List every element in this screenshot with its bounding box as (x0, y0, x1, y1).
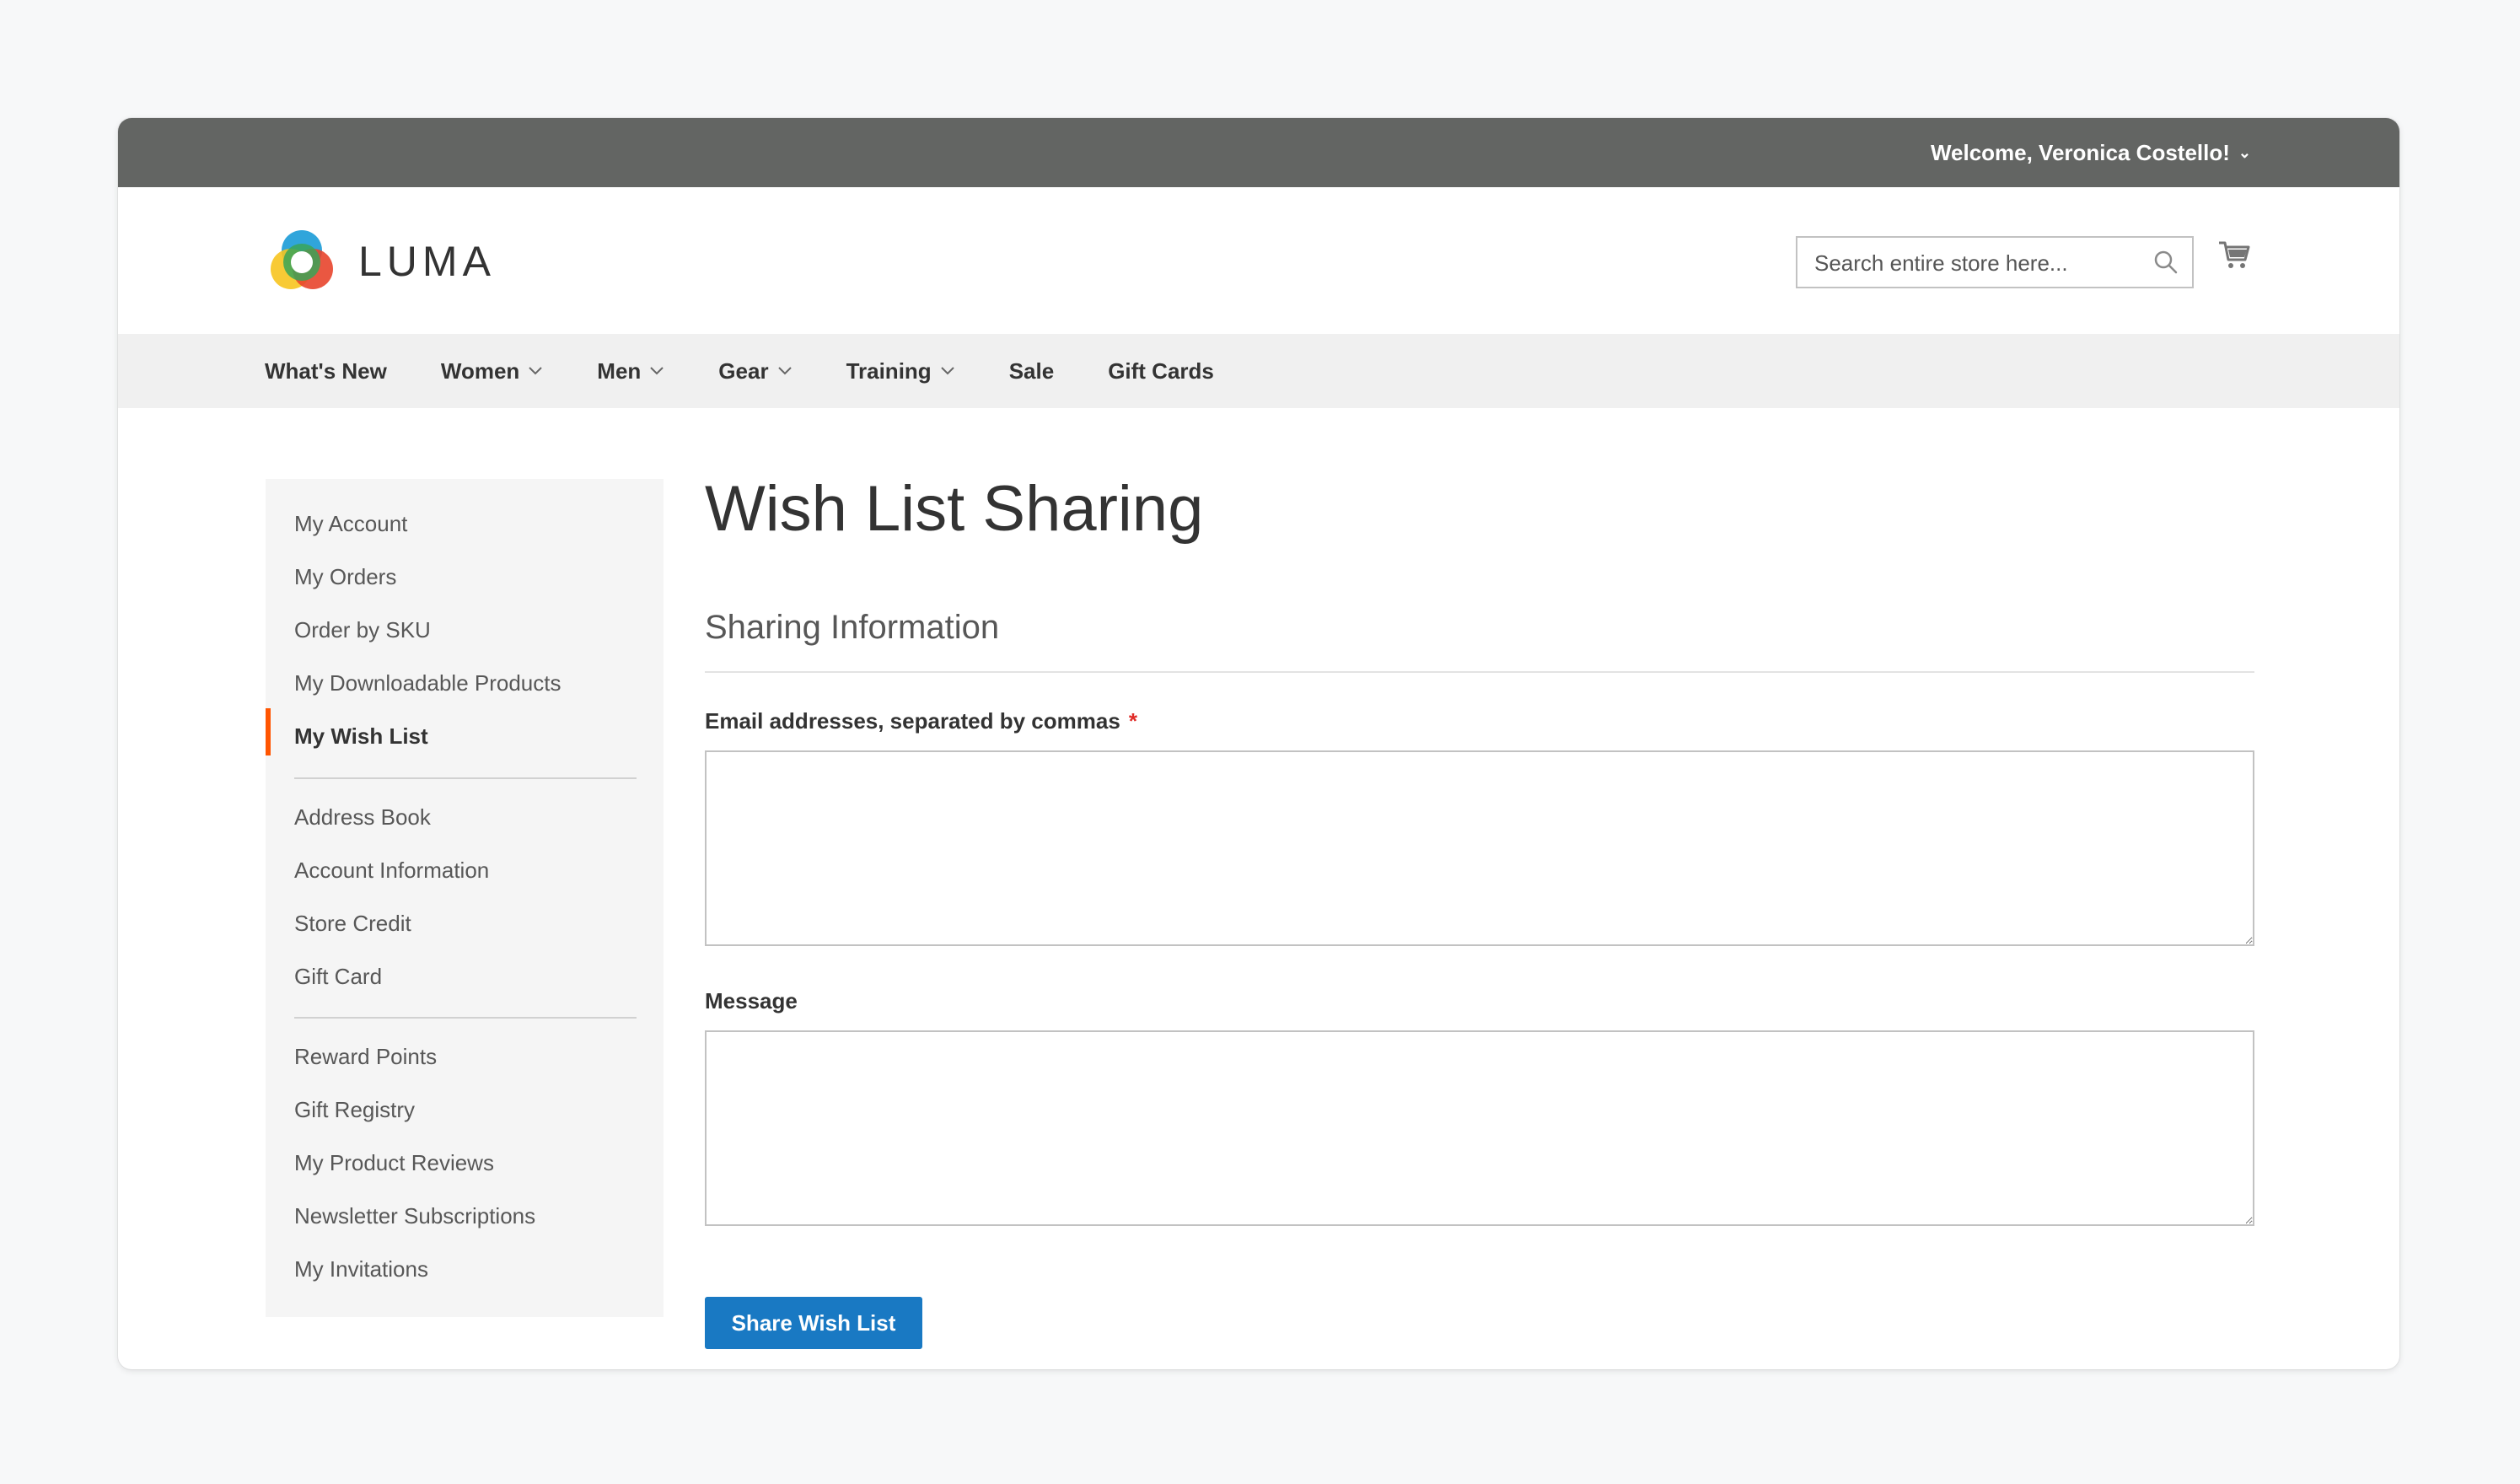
share-wish-list-button[interactable]: Share Wish List (705, 1297, 922, 1349)
nav-item-sale[interactable]: Sale (1009, 358, 1055, 384)
sidebar-item-store-credit[interactable]: Store Credit (294, 911, 411, 937)
chevron-down-icon (650, 367, 664, 375)
search-input[interactable] (1813, 238, 2153, 288)
nav-label: Men (597, 358, 642, 384)
nav-label: Sale (1008, 358, 1055, 384)
sidebar-item-account-information[interactable]: Account Information (294, 858, 489, 884)
main-navigation: What's New Women Men Gear Training Sale … (118, 334, 2399, 408)
search-box (1796, 236, 2194, 288)
section-title: Sharing Information (705, 609, 1000, 646)
sidebar-item-address-book[interactable]: Address Book (294, 804, 431, 831)
nav-item-whats-new[interactable]: What's New (265, 358, 387, 384)
chevron-down-icon (940, 367, 954, 375)
nav-label: What's New (265, 358, 387, 384)
sidebar-item-gift-card[interactable]: Gift Card (294, 964, 382, 990)
section-divider (705, 671, 2254, 673)
nav-item-men[interactable]: Men (597, 358, 664, 384)
browser-window: Welcome, Veronica Costello! ⌄ LUMA Searc… (118, 118, 2399, 1369)
sidebar-item-downloadable-products[interactable]: My Downloadable Products (294, 670, 561, 696)
sidebar-item-my-wish-list[interactable]: My Wish List (294, 723, 428, 750)
site-header: LUMA (118, 187, 2399, 336)
cart-icon[interactable] (2217, 238, 2251, 272)
welcome-menu[interactable]: Welcome, Veronica Costello! ⌄ (1931, 118, 2251, 187)
chevron-down-icon (529, 367, 543, 375)
sidebar-divider (294, 777, 637, 779)
page-title: Wish List Sharing (705, 473, 1204, 545)
message-label: Message (705, 988, 798, 1014)
sidebar-item-product-reviews[interactable]: My Product Reviews (294, 1150, 494, 1176)
sidebar-item-my-account[interactable]: My Account (294, 511, 407, 537)
nav-label: Training (846, 358, 932, 384)
active-indicator (266, 708, 271, 755)
nav-item-women[interactable]: Women (441, 358, 543, 384)
luma-logo[interactable]: LUMA (266, 225, 496, 298)
account-sidebar: My Account My Orders Order by SKU My Dow… (266, 479, 664, 1317)
sidebar-item-order-by-sku[interactable]: Order by SKU (294, 617, 431, 643)
required-marker: * (1128, 708, 1137, 734)
email-label-text: Email addresses, separated by commas (705, 708, 1120, 734)
nav-item-gear[interactable]: Gear (718, 358, 792, 384)
nav-item-gift-cards[interactable]: Gift Cards (1108, 358, 1214, 384)
sidebar-item-reward-points[interactable]: Reward Points (294, 1044, 437, 1070)
sidebar-divider (294, 1017, 637, 1019)
email-label: Email addresses, separated by commas * (705, 708, 1137, 734)
nav-label: Gift Cards (1108, 358, 1214, 384)
nav-label: Women (440, 358, 520, 384)
top-bar: Welcome, Veronica Costello! ⌄ (118, 118, 2399, 187)
sidebar-item-my-orders[interactable]: My Orders (294, 564, 396, 590)
sidebar-item-gift-registry[interactable]: Gift Registry (294, 1097, 415, 1123)
sidebar-item-newsletter-subscriptions[interactable]: Newsletter Subscriptions (294, 1203, 535, 1229)
nav-item-training[interactable]: Training (846, 358, 955, 384)
welcome-text: Welcome, Veronica Costello! (1930, 139, 2230, 165)
luma-logo-icon (271, 230, 333, 289)
sidebar-item-my-invitations[interactable]: My Invitations (294, 1256, 428, 1282)
message-field[interactable] (705, 1030, 2254, 1226)
logo-wordmark: LUMA (358, 238, 496, 285)
chevron-down-icon: ⌄ (2238, 143, 2251, 161)
nav-label: Gear (718, 358, 769, 384)
chevron-down-icon (777, 367, 792, 375)
search-icon[interactable] (2153, 250, 2179, 275)
email-addresses-field[interactable] (705, 750, 2254, 946)
